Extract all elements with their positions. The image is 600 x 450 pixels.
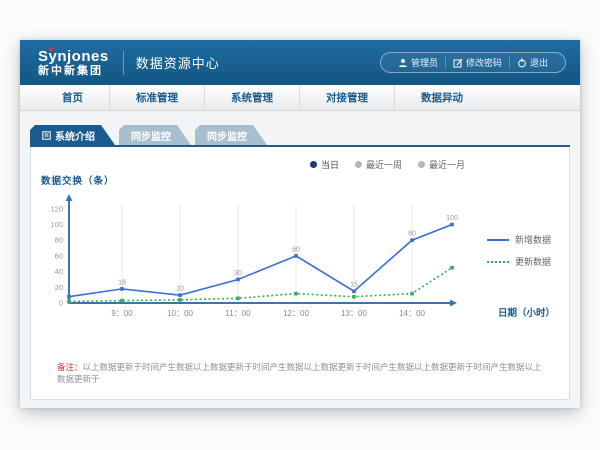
footnote-prefix: 备注： [57, 362, 83, 372]
tab-sync-monitor-1[interactable]: 同步监控 [119, 125, 191, 145]
nav-item-home[interactable]: 首页 [36, 85, 109, 110]
legend-swatch-green [487, 261, 509, 263]
app-header: Synjones 新中新集团 数据资源中心 管理员 修改密码 退出 [20, 40, 580, 85]
svg-text:80: 80 [55, 236, 63, 245]
radio-today[interactable]: 当日 [310, 158, 339, 171]
document-icon [42, 131, 51, 140]
nav-item-interface-mgmt[interactable]: 对接管理 [299, 85, 394, 110]
radio-dot [310, 161, 317, 168]
svg-text:40: 40 [55, 267, 63, 276]
svg-text:60: 60 [55, 251, 63, 260]
change-password-button[interactable]: 修改密码 [445, 56, 509, 69]
svg-text:15: 15 [350, 282, 358, 289]
radio-last-week[interactable]: 最近一周 [355, 158, 402, 171]
chart-legend: 新增数据 更新数据 [487, 233, 551, 268]
legend-label: 更新数据 [515, 255, 551, 268]
chart-canvas: 0 20 40 60 80 100 120 9：00 10：00 11：00 12：00 13：00 1… [37, 191, 477, 331]
svg-text:100: 100 [446, 215, 458, 222]
radio-dot [418, 161, 425, 168]
radio-label: 最近一周 [366, 158, 402, 171]
legend-swatch-blue [487, 239, 509, 241]
tab-bar: 系统介绍 同步监控 同步监控 [30, 125, 267, 145]
logo-red-dot [49, 47, 53, 51]
admin-label: 管理员 [411, 56, 438, 69]
edit-icon [453, 58, 463, 68]
y-axis-title: 数据交换（条） [41, 173, 115, 187]
radio-label: 最近一月 [429, 158, 465, 171]
app-title: 数据资源中心 [136, 53, 220, 72]
header-divider [123, 51, 124, 75]
main-nav: 首页 标准管理 系统管理 对接管理 数据异动 [20, 85, 580, 111]
svg-text:9：00: 9：00 [111, 309, 133, 318]
radio-dot [355, 161, 362, 168]
admin-user-button[interactable]: 管理员 [391, 56, 445, 69]
svg-text:30: 30 [234, 270, 242, 277]
radio-label: 当日 [321, 158, 339, 171]
company-logo: Synjones 新中新集团 [38, 49, 109, 77]
nav-item-standard-mgmt[interactable]: 标准管理 [109, 85, 204, 110]
app-window: Synjones 新中新集团 数据资源中心 管理员 修改密码 退出 首页 标准管… [20, 40, 580, 408]
legend-item-new-data[interactable]: 新增数据 [487, 233, 551, 246]
tab-label: 系统介绍 [55, 128, 95, 143]
legend-item-updated-data[interactable]: 更新数据 [487, 255, 551, 268]
footnote: 备注：以上数据更新于时间产生数据以上数据更新于时间产生数据以上数据更新于时间产生… [57, 362, 549, 386]
nav-item-data-change[interactable]: 数据异动 [394, 85, 489, 110]
svg-text:20: 20 [55, 283, 63, 292]
x-axis-title: 日期（小时） [498, 305, 555, 319]
tab-sync-monitor-2[interactable]: 同步监控 [195, 125, 267, 145]
user-controls: 管理员 修改密码 退出 [380, 52, 566, 73]
logo-subtext: 新中新集团 [38, 66, 109, 77]
logout-button[interactable]: 退出 [509, 56, 555, 69]
footnote-text: 以上数据更新于时间产生数据以上数据更新于时间产生数据以上数据更新于时间产生数据以… [57, 362, 542, 384]
svg-text:120: 120 [50, 204, 63, 213]
line-chart: 0 20 40 60 80 100 120 9：00 10：00 11：00 12：00 13：00 1… [37, 191, 477, 331]
svg-text:10: 10 [176, 286, 184, 293]
svg-text:60: 60 [292, 246, 300, 253]
power-icon [517, 58, 527, 68]
person-icon [398, 58, 408, 68]
logo-text: Synjones [38, 49, 109, 64]
tab-label: 同步监控 [207, 128, 247, 143]
svg-text:100: 100 [50, 220, 63, 229]
legend-label: 新增数据 [515, 233, 551, 246]
change-password-label: 修改密码 [466, 56, 502, 69]
tab-label: 同步监控 [131, 128, 171, 143]
tab-system-intro[interactable]: 系统介绍 [30, 125, 115, 145]
logout-label: 退出 [530, 56, 548, 69]
chart-panel: 当日 最近一周 最近一月 数据交换（条） 0 20 40 60 80 100 120 9：00… [30, 147, 570, 400]
radio-last-month[interactable]: 最近一月 [418, 158, 465, 171]
svg-text:10：00: 10：00 [167, 309, 193, 318]
svg-text:80: 80 [408, 231, 416, 238]
svg-text:14：00: 14：00 [399, 309, 425, 318]
svg-text:0: 0 [59, 299, 63, 308]
svg-text:11：00: 11：00 [225, 309, 251, 318]
nav-item-system-mgmt[interactable]: 系统管理 [204, 85, 299, 110]
svg-text:12：00: 12：00 [283, 309, 309, 318]
time-range-filter: 当日 最近一周 最近一月 [310, 158, 465, 171]
svg-text:13：00: 13：00 [341, 309, 367, 318]
svg-text:18: 18 [118, 279, 126, 286]
